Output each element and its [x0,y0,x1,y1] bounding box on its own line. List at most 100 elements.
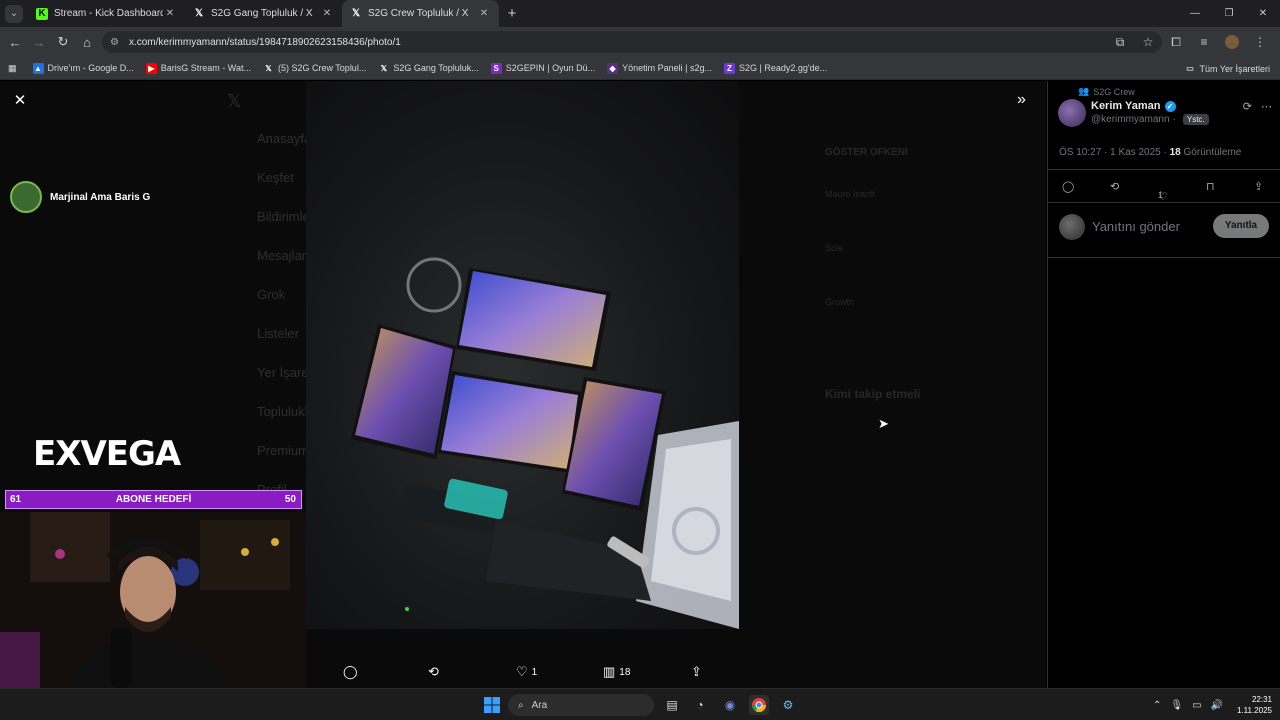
windows-logo-icon [484,697,500,713]
close-icon[interactable]: ✕ [477,8,491,19]
install-app-icon[interactable]: ⧉ [1106,35,1134,50]
taskbar-search[interactable]: ⌕ Ara [508,694,654,716]
bookmark-label: BarisG Stream - Wat... [160,63,251,73]
tab-s2g-crew[interactable]: 𝕏 S2G Crew Topluluk / X ✕ [342,0,499,27]
photo-viewer: 𝕏 Anasayfa Keşfet Bildirimler Mesajlar G… [0,81,1046,688]
volume-icon[interactable]: 🔊 [1211,700,1223,711]
extensions-icon[interactable]: ⧠ [1162,35,1190,50]
like-button[interactable]: ♡ 1 [516,664,537,680]
sponsor-logo: EXVEGA [33,434,181,474]
apps-icon[interactable]: ▦ [8,63,17,74]
retweet-icon[interactable]: ⟲ [1110,180,1119,193]
share-button[interactable]: ⇪ [691,664,706,680]
screen: ⌄ K Stream - Kick Dashboard ✕ 𝕏 S2G Gang… [0,0,1280,720]
like-count: 1 [1158,190,1164,200]
nav-item: Grok [257,287,286,302]
back-button[interactable]: ← [3,35,27,50]
bookmark-drive[interactable]: ▲ Drive'ım - Google D... [32,62,134,74]
bookmark-s2gepin[interactable]: S S2GEPIN | Oyun Dü... [490,62,595,74]
search-icon: ⌕ [518,699,524,711]
clock-app-icon[interactable]: ◔ [690,695,710,715]
chevron-down-icon: ⌄ [5,4,23,23]
discord-icon[interactable]: ◉ [720,695,740,715]
new-tab-button[interactable]: + [499,5,525,22]
trend-item: Sole [825,243,844,253]
author-name-row: Kerim Yaman ✓ [1091,100,1176,112]
heart-icon: ♡ [516,664,528,679]
star-icon[interactable]: ☆ [1134,35,1162,49]
chevron-up-icon[interactable]: ⌃ [1153,700,1161,711]
goal-label: ABONE HEDEFİ [115,494,192,505]
community-name[interactable]: S2G Crew [1093,87,1135,97]
bookmark-ready2[interactable]: Z S2G | Ready2.gg'de... [723,62,828,74]
folder-icon: ▭ [1186,64,1194,73]
reply-submit-button[interactable]: Yanıtla [1213,214,1269,238]
x-logo-icon: 𝕏 [227,91,242,111]
chrome-icon[interactable] [749,695,769,715]
nav-item: Listeler [257,326,299,341]
tweet-meta: ÖS 10:27 · 1 Kas 2025 · 18 Görüntüleme [1059,147,1241,158]
share-icon[interactable]: ⇪ [1254,180,1263,193]
home-button[interactable]: ⌂ [75,35,99,50]
reply-input[interactable]: Yanıtını gönder [1092,219,1180,234]
bookmark-s2g-gang[interactable]: 𝕏 S2G Gang Topluluk... [378,63,479,74]
expand-panel-button[interactable]: » [1017,91,1026,109]
bookmark-youtube[interactable]: ▶ BarisG Stream - Wat... [145,62,251,74]
tab-s2g-gang[interactable]: 𝕏 S2G Gang Topluluk / X ✕ [185,0,342,27]
display-icon[interactable]: ▭ [1192,700,1201,711]
tab-title: S2G Gang Topluluk / X [211,8,313,19]
reload-button[interactable]: ↻ [51,34,75,50]
system-tray: ⌃ 🎙 ▭ 🔊 22:31 1.11.2025 [1144,689,1272,720]
user-avatar [1059,214,1085,240]
reply-icon[interactable]: ◯ [1062,180,1074,193]
verified-badge-icon: ✓ [1164,100,1176,112]
reading-list-icon[interactable]: ≡ [1190,35,1218,49]
minimize-button[interactable]: — [1178,0,1212,27]
author-avatar[interactable] [1058,99,1086,127]
nav-item: Keşfet [257,170,294,185]
forward-button[interactable]: → [27,35,51,50]
site-info-icon[interactable]: ⚙ [110,37,119,48]
like-count: 1 [531,666,538,678]
microphone-icon[interactable]: 🎙 [1170,700,1183,711]
goal-target: 50 [284,494,296,505]
more-menu-icon[interactable]: ⋮ [1246,35,1274,49]
bookmark-s2g-crew[interactable]: 𝕏 (5) S2G Crew Toplul... [263,63,366,74]
system-clock[interactable]: 22:31 1.11.2025 [1237,694,1272,716]
tweet-photo [306,81,739,629]
tab-kick-dashboard[interactable]: K Stream - Kick Dashboard ✕ [28,0,185,27]
chrome-logo-icon [751,698,767,713]
author-name[interactable]: Kerim Yaman [1091,100,1161,112]
bookmark-icon[interactable]: ⊓ [1206,180,1215,193]
windows-start-icon[interactable] [482,695,502,715]
all-bookmarks[interactable]: ▭ Tüm Yer İşaretleri [1184,57,1270,80]
separator-dot: · [1172,114,1176,125]
bookmark-label: Yönetim Paneli | s2g... [622,63,712,73]
close-icon[interactable]: ✕ [320,8,334,19]
tab-search-button[interactable]: ⌄ [0,0,28,27]
address-input[interactable]: ⚙ x.com/kerimmyamann/status/198471890262… [102,31,1162,53]
restore-button[interactable]: ❐ [1212,0,1246,27]
reply-button[interactable]: ◯ [343,664,362,680]
close-icon[interactable]: ✕ [163,8,177,19]
author-handle[interactable]: @kerimmyamann [1091,114,1170,125]
bookmark-label: S2G Gang Topluluk... [393,63,479,73]
views-count: 18 [619,666,631,678]
more-options-icon[interactable]: ⋯ [1261,101,1272,113]
tweet-details-panel: 👥 S2G Crew Kerim Yaman ✓ @kerimmyamann · … [1047,81,1280,688]
x-logo-icon: 𝕏 [351,8,361,19]
grok-icon[interactable]: ⟳ [1243,101,1252,113]
tweet-timestamp[interactable]: ÖS 10:27 · 1 Kas 2025 · [1059,147,1167,158]
tweet-action-bar: ◯ ⟲ ♡ 1 ⊓ ⇪ [1048,169,1280,203]
webcam-feed [0,512,306,688]
bookmark-label: S2G | Ready2.gg'de... [738,63,828,73]
close-window-button[interactable]: ✕ [1246,0,1280,27]
bookmark-panel[interactable]: ◆ Yönetim Paneli | s2g... [607,62,712,74]
bar-chart-icon: ▥ [603,664,616,679]
steam-icon[interactable]: ⚙ [778,695,798,715]
file-explorer-icon[interactable]: ▤ [662,695,682,715]
retweet-button[interactable]: ⟲ [428,664,443,680]
views-button[interactable]: ▥ 18 [603,664,630,680]
profile-avatar[interactable] [1225,35,1239,49]
close-photo-button[interactable]: ✕ [12,93,28,109]
